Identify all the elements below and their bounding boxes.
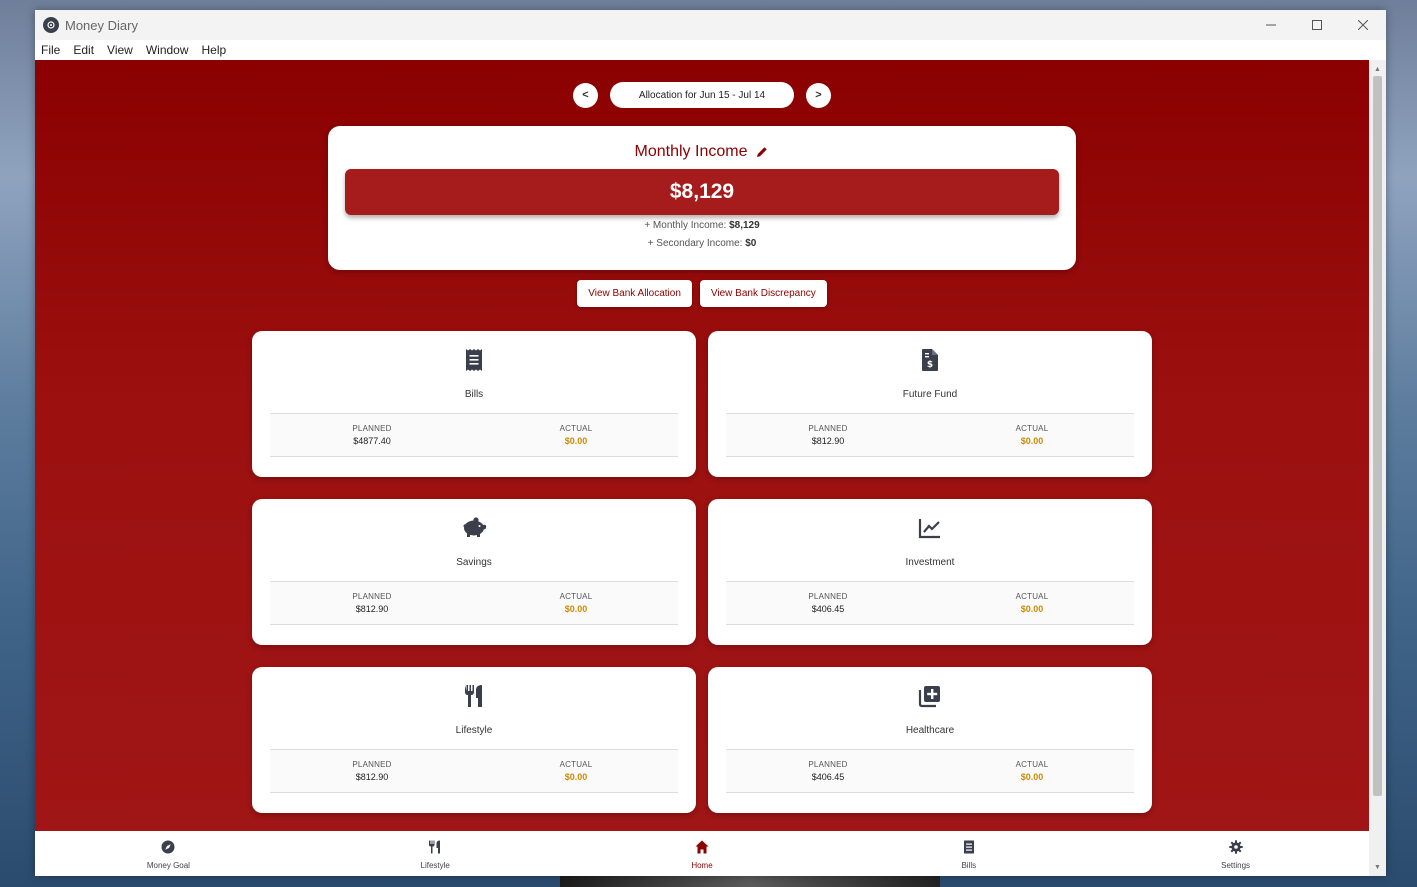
actual-label: ACTUAL xyxy=(559,592,593,601)
bank-actions: View Bank Allocation View Bank Discrepan… xyxy=(35,280,1369,307)
compass-icon xyxy=(161,840,175,859)
planned-value: $406.45 xyxy=(811,772,845,782)
planned-label: PLANNED xyxy=(808,760,848,769)
file-invoice-dollar-icon: $ xyxy=(921,348,939,377)
category-name: Lifestyle xyxy=(455,725,493,736)
actual-value: $0.00 xyxy=(564,604,588,614)
actual-label: ACTUAL xyxy=(1015,424,1049,433)
category-name: Savings xyxy=(456,557,492,568)
planned-value: $812.90 xyxy=(355,772,389,782)
monthly-income-line: + Monthly Income: $8,129 xyxy=(644,220,760,231)
pencil-icon[interactable] xyxy=(755,145,769,159)
receipt-icon xyxy=(464,348,484,377)
gear-icon xyxy=(1228,839,1243,859)
next-period-button[interactable]: > xyxy=(806,82,831,108)
maximize-button[interactable] xyxy=(1294,10,1340,40)
income-total: $8,129 xyxy=(345,169,1059,215)
actual-label: ACTUAL xyxy=(1015,592,1049,601)
home-icon xyxy=(695,840,709,859)
category-card-savings[interactable]: Savings PLANNED $812.90 ACTUAL $0.00 xyxy=(252,499,696,645)
category-card-bills[interactable]: Bills PLANNED $4877.40 ACTUAL $0.00 xyxy=(252,331,696,477)
actual-value: $0.00 xyxy=(1020,436,1044,446)
category-card-healthcare[interactable]: Healthcare PLANNED $406.45 ACTUAL $0.00 xyxy=(708,667,1152,813)
nav-label: Lifestyle xyxy=(420,860,450,870)
window-title: Money Diary xyxy=(65,17,138,33)
utensils-icon xyxy=(463,684,485,713)
utensils-icon xyxy=(428,840,442,859)
actual-value: $0.00 xyxy=(1020,604,1044,614)
nav-label: Home xyxy=(691,860,713,870)
menu-bar: File Edit View Window Help xyxy=(35,40,1386,60)
nav-tab-bills[interactable]: Bills xyxy=(835,831,1102,876)
planned-label: PLANNED xyxy=(808,592,848,601)
scroll-thumb[interactable] xyxy=(1373,76,1382,796)
bottom-navigation: Money Goal Lifestyle Home Bills Settings xyxy=(35,831,1369,876)
category-name: Healthcare xyxy=(905,725,955,736)
menu-view[interactable]: View xyxy=(107,43,133,57)
category-name: Future Fund xyxy=(902,389,958,400)
income-title: Monthly Income xyxy=(634,143,748,160)
piggy-bank-icon xyxy=(460,516,488,545)
scroll-up-arrow-icon[interactable]: ▲ xyxy=(1369,62,1386,76)
close-button[interactable] xyxy=(1340,10,1386,40)
menu-edit[interactable]: Edit xyxy=(73,43,94,57)
planned-label: PLANNED xyxy=(352,592,392,601)
nav-tab-settings[interactable]: Settings xyxy=(1102,831,1369,876)
category-name: Investment xyxy=(905,557,955,568)
nav-label: Money Goal xyxy=(146,860,190,870)
actual-value: $0.00 xyxy=(564,436,588,446)
planned-value: $812.90 xyxy=(811,436,845,446)
app-logo-icon xyxy=(43,17,59,33)
planned-value: $4877.40 xyxy=(353,436,391,446)
nav-tab-lifestyle[interactable]: Lifestyle xyxy=(302,831,569,876)
period-label: Allocation for Jun 15 - Jul 14 xyxy=(610,82,794,108)
minimize-button[interactable] xyxy=(1248,10,1294,40)
title-bar: Money Diary xyxy=(35,10,1386,40)
nav-tab-home[interactable]: Home xyxy=(569,831,836,876)
menu-window[interactable]: Window xyxy=(146,43,189,57)
nav-tab-money-goal[interactable]: Money Goal xyxy=(35,831,302,876)
nav-label: Bills xyxy=(961,860,977,870)
monthly-income-card: Monthly Income $8,129 + Monthly Income: … xyxy=(328,126,1076,270)
secondary-income-line: + Secondary Income: $0 xyxy=(647,238,757,249)
period-selector: < Allocation for Jun 15 - Jul 14 > xyxy=(35,82,1369,108)
planned-value: $812.90 xyxy=(355,604,389,614)
desktop-background xyxy=(560,876,940,887)
actual-label: ACTUAL xyxy=(559,424,593,433)
planned-label: PLANNED xyxy=(352,424,392,433)
category-card-lifestyle[interactable]: Lifestyle PLANNED $812.90 ACTUAL $0.00 xyxy=(252,667,696,813)
receipt-icon xyxy=(962,840,976,859)
actual-label: ACTUAL xyxy=(559,760,593,769)
actual-label: ACTUAL xyxy=(1015,760,1049,769)
category-card-investment[interactable]: Investment PLANNED $406.45 ACTUAL $0.00 xyxy=(708,499,1152,645)
category-grid: Bills PLANNED $4877.40 ACTUAL $0.00 $ Futu… xyxy=(252,331,1152,813)
menu-help[interactable]: Help xyxy=(202,43,227,57)
main-content: < Allocation for Jun 15 - Jul 14 > Month… xyxy=(35,60,1369,831)
view-bank-allocation-button[interactable]: View Bank Allocation xyxy=(577,280,692,307)
planned-label: PLANNED xyxy=(808,424,848,433)
category-card-future-fund[interactable]: $ Future Fund PLANNED $812.90 ACTUAL $0.00 xyxy=(708,331,1152,477)
actual-value: $0.00 xyxy=(564,772,588,782)
nav-label: Settings xyxy=(1221,860,1251,870)
scroll-down-arrow-icon[interactable]: ▼ xyxy=(1369,860,1386,874)
menu-file[interactable]: File xyxy=(41,43,60,57)
svg-text:$: $ xyxy=(927,360,933,370)
planned-value: $406.45 xyxy=(811,604,845,614)
app-window: Money Diary File Edit View Window Help <… xyxy=(35,10,1386,876)
vertical-scrollbar[interactable]: ▲ ▼ xyxy=(1369,60,1386,876)
actual-value: $0.00 xyxy=(1020,772,1044,782)
view-bank-discrepancy-button[interactable]: View Bank Discrepancy xyxy=(699,280,827,307)
medical-plus-icon xyxy=(918,684,942,713)
category-name: Bills xyxy=(464,389,484,400)
chart-line-icon xyxy=(918,516,942,545)
previous-period-button[interactable]: < xyxy=(573,82,598,108)
planned-label: PLANNED xyxy=(352,760,392,769)
